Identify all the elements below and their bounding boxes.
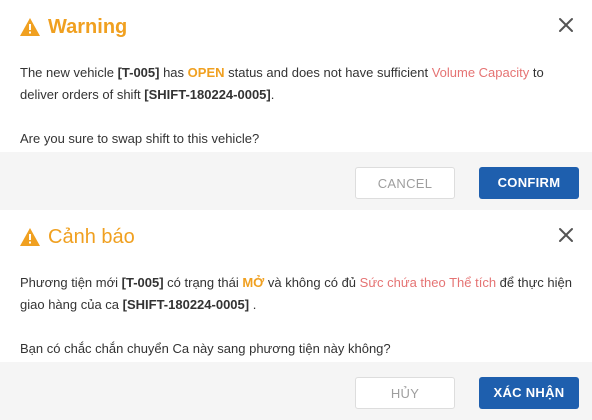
dialog-header: Cảnh báo [20,222,135,252]
dialog-body: The new vehicle [T-005] has OPEN status … [20,62,572,150]
dialog-message: Phương tiện mới [T-005] có trạng thái MỞ… [20,275,572,312]
capacity-label: Volume Capacity [431,65,530,80]
dialog-footer: CANCEL CONFIRM [0,152,592,210]
shift-id: [SHIFT-180224-0005] [144,87,271,102]
dialog-footer: HỦY XÁC NHẬN [0,362,592,420]
dialog-question: Bạn có chắc chắn chuyển Ca này sang phươ… [20,341,391,356]
warning-dialog-vi: Cảnh báo Phương tiện mới [T-005] có trạn… [0,210,592,420]
shift-id: [SHIFT-180224-0005] [122,297,250,312]
close-icon[interactable] [558,17,574,33]
cancel-button[interactable]: HỦY [355,377,455,409]
cancel-button[interactable]: CANCEL [355,167,455,199]
dialog-title: Cảnh báo [48,225,135,248]
vehicle-id: [T-005] [117,65,160,80]
close-icon[interactable] [558,227,574,243]
confirm-button[interactable]: CONFIRM [479,167,579,199]
confirm-button[interactable]: XÁC NHẬN [479,377,579,409]
dialog-header: Warning [20,12,127,42]
warning-icon [20,18,40,36]
status-label: MỞ [242,275,265,290]
warning-icon [20,228,40,246]
warning-dialog-en: Warning The new vehicle [T-005] has OPEN… [0,0,592,210]
vehicle-id: [T-005] [121,275,164,290]
status-label: OPEN [187,65,225,80]
dialog-title: Warning [48,15,128,38]
dialog-message: The new vehicle [T-005] has OPEN status … [20,65,544,102]
capacity-label: Sức chứa theo Thể tích [359,275,497,290]
dialog-question: Are you sure to swap shift to this vehic… [20,131,260,146]
dialog-body: Phương tiện mới [T-005] có trạng thái MỞ… [20,272,572,360]
